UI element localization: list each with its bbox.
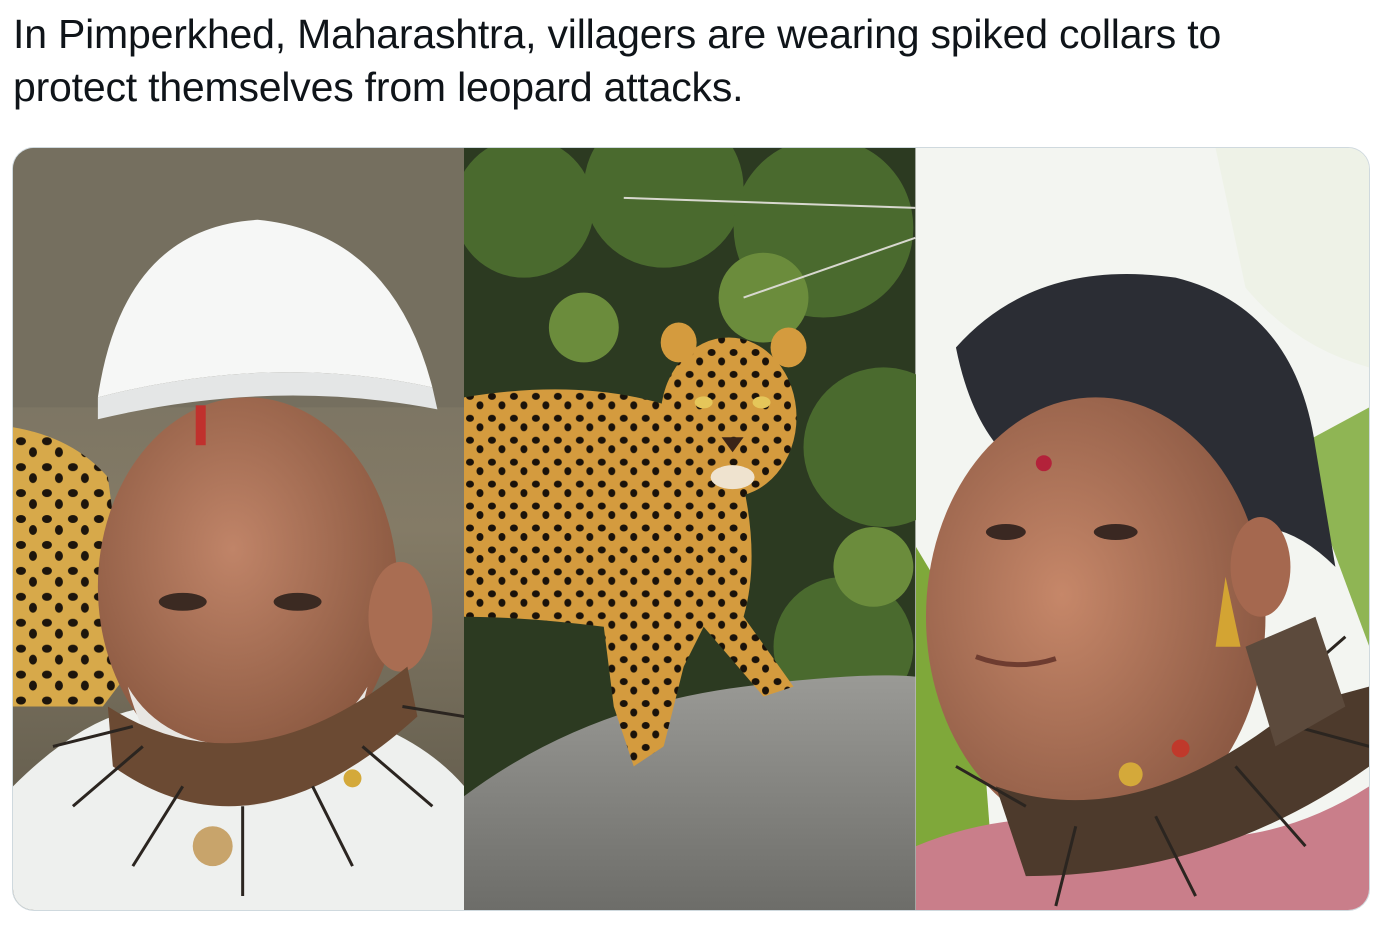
photo-man-with-spiked-collar[interactable] — [13, 148, 465, 910]
leopard-photo-illustration — [464, 148, 916, 910]
photo-woman-with-spiked-collar[interactable] — [915, 148, 1369, 910]
man-photo-illustration — [13, 148, 465, 910]
photo-leopard-on-rock[interactable] — [464, 148, 916, 910]
woman-photo-illustration — [915, 148, 1369, 910]
post-text: In Pimperkhed, Maharashtra, villagers ar… — [13, 11, 1222, 110]
media-grid[interactable] — [12, 147, 1370, 911]
